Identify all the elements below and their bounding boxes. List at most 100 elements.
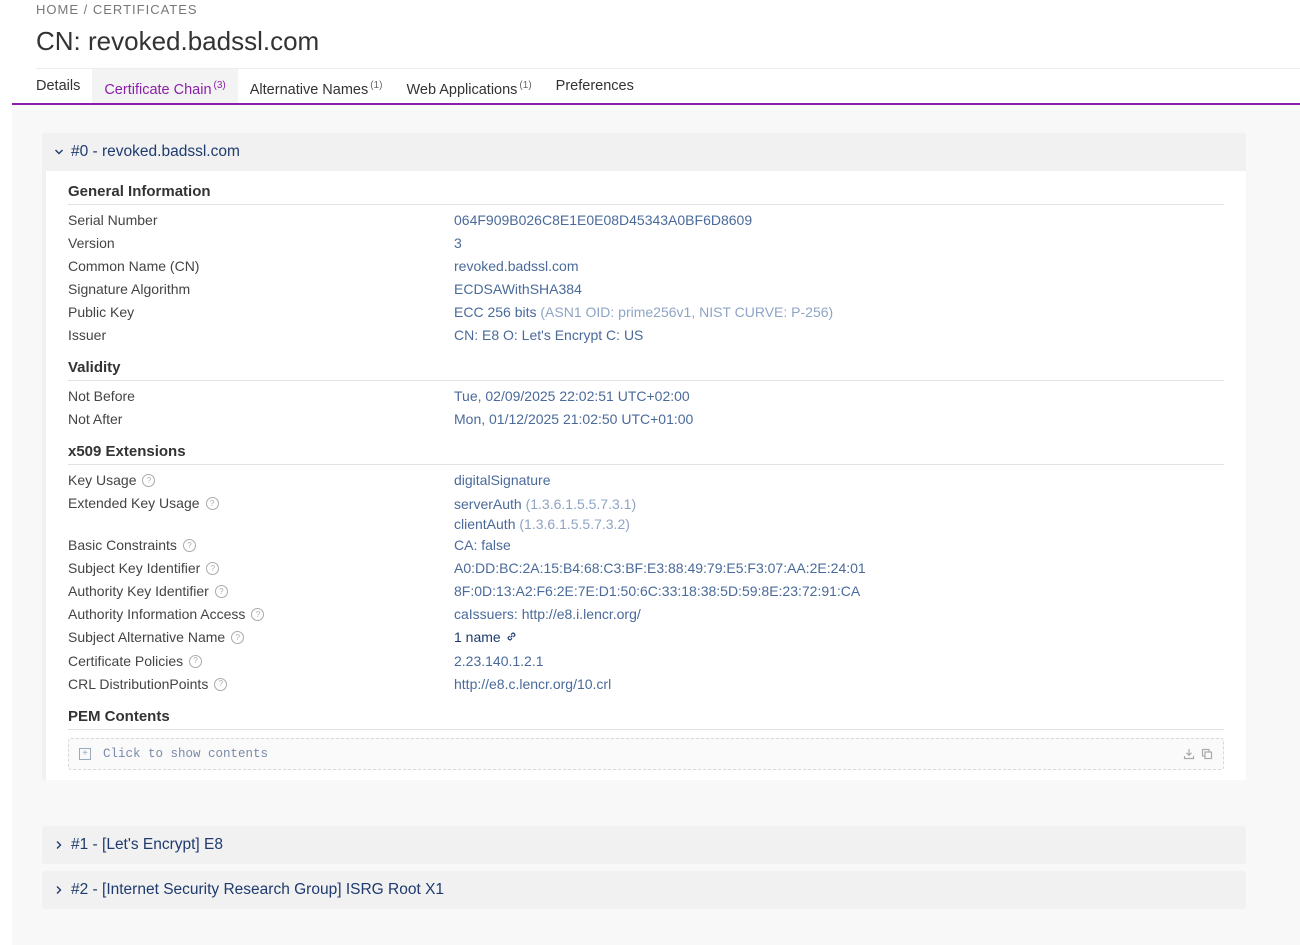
field-value: revoked.badssl.com [454, 258, 579, 274]
pem-actions [1183, 747, 1213, 765]
eku-oid: (1.3.6.1.5.5.7.3.2) [519, 516, 630, 532]
field-label-wrap: Extended Key Usage? [68, 492, 454, 515]
field-value: serverAuth (1.3.6.1.5.5.7.3.1) clientAut… [454, 492, 636, 534]
field-row: Key Usage? digitalSignature [46, 469, 1246, 492]
help-icon[interactable]: ? [214, 585, 228, 598]
section-divider [68, 728, 1224, 730]
field-label-wrap: CRL DistributionPoints? [68, 673, 454, 696]
field-label-wrap: Key Usage? [68, 469, 454, 492]
field-row: Authority Information Access? caIssuers: … [46, 603, 1246, 626]
help-icon[interactable]: ? [205, 497, 219, 510]
chain-panel-title: #0 - revoked.badssl.com [71, 143, 240, 160]
help-icon[interactable]: ? [142, 474, 156, 487]
field-value: Tue, 02/09/2025 22:02:51 UTC+02:00 [454, 388, 690, 404]
link-icon [505, 627, 518, 650]
field-value: 3 [454, 235, 462, 251]
eku-oid: (1.3.6.1.5.5.7.3.1) [525, 496, 637, 512]
field-row: Basic Constraints? CA: false [46, 534, 1246, 557]
field-label: Certificate Policies [68, 652, 184, 669]
field-label-wrap: Subject Key Identifier? [68, 557, 454, 580]
field-row: CRL DistributionPoints? http://e8.c.lencr… [46, 673, 1246, 696]
chain-panel-header[interactable]: #1 - [Let's Encrypt] E8 [42, 826, 1246, 864]
section-title-general: General Information [68, 183, 211, 200]
breadcrumb-current[interactable]: CERTIFICATES [93, 2, 198, 17]
section-divider [68, 380, 1224, 381]
chain-panel-header[interactable]: #0 - revoked.badssl.com [42, 133, 1246, 171]
field-value: 8F:0D:13:A2:F6:2E:7E:D1:50:6C:33:18:38:5… [454, 583, 861, 599]
field-label: Issuer [68, 327, 107, 343]
expand-icon: + [79, 747, 91, 760]
field-label-wrap: Certificate Policies? [68, 650, 454, 673]
breadcrumb-separator: / [83, 2, 89, 17]
field-value: A0:DD:BC:2A:15:B4:68:C3:BF:E3:88:49:79:E… [454, 560, 866, 576]
field-row: Version 3 [46, 232, 1246, 255]
section-divider [68, 464, 1224, 465]
field-label-wrap: Basic Constraints? [68, 534, 454, 557]
field-label: Not Before [68, 388, 135, 404]
chain-panel-title: #1 - [Let's Encrypt] E8 [71, 836, 224, 853]
field-row: Certificate Policies? 2.23.140.1.2.1 [46, 650, 1246, 673]
field-row: Authority Key Identifier? 8F:0D:13:A2:F6:… [46, 580, 1246, 603]
eku-name: clientAuth [454, 516, 516, 532]
field-label: Common Name (CN) [68, 258, 200, 274]
chevron-right-icon [54, 840, 68, 850]
tab-label: Details [36, 78, 81, 94]
copy-icon[interactable] [1201, 747, 1213, 765]
field-row: Subject Key Identifier? A0:DD:BC:2A:15:B4… [46, 557, 1246, 580]
download-icon[interactable] [1183, 747, 1195, 765]
field-value: http://e8.c.lencr.org/10.crl [454, 675, 612, 692]
pem-placeholder: Click to show contents [103, 746, 269, 761]
chevron-right-icon [54, 885, 68, 895]
field-row: Subject Alternative Name? 1 name [46, 626, 1246, 650]
field-value: 2.23.140.1.2.1 [454, 652, 544, 669]
chain-panel-header[interactable]: #2 - [Internet Security Research Group] … [42, 871, 1246, 909]
public-key-value: ECC 256 bits [454, 304, 537, 320]
section-title-extensions: x509 Extensions [68, 443, 186, 460]
tab-web-applications[interactable]: Web Applications (1) [394, 69, 543, 103]
field-value: 064F909B026C8E1E0E08D45343A0BF6D8609 [454, 212, 753, 228]
help-icon[interactable]: ? [214, 677, 228, 691]
section-title-pem: PEM Contents [68, 707, 170, 725]
tab-label: Preferences [555, 78, 634, 94]
chain-panel-2: #2 - [Internet Security Research Group] … [42, 871, 1246, 909]
help-icon[interactable]: ? [231, 631, 245, 645]
field-value: caIssuers: http://e8.i.lencr.org/ [454, 606, 641, 622]
field-label-wrap: Authority Information Access? [68, 603, 454, 626]
help-icon[interactable]: ? [182, 539, 196, 552]
tab-details[interactable]: Details [24, 69, 92, 103]
field-label: CRL DistributionPoints [68, 675, 209, 692]
field-row: Not After Mon, 01/12/2025 21:02:50 UTC+01… [46, 408, 1246, 431]
field-row: Extended Key Usage? serverAuth (1.3.6.1.… [46, 492, 1246, 534]
help-icon[interactable]: ? [206, 562, 220, 575]
field-label: Signature Algorithm [68, 281, 191, 297]
chain-panel-1: #1 - [Let's Encrypt] E8 [42, 826, 1246, 864]
tab-alternative-names[interactable]: Alternative Names (1) [238, 69, 395, 103]
eku-item: serverAuth (1.3.6.1.5.5.7.3.1) [454, 494, 636, 514]
help-icon[interactable]: ? [189, 654, 203, 668]
san-link[interactable]: 1 name [454, 626, 518, 650]
public-key-detail: (ASN1 OID: prime256v1, NIST CURVE: P-256… [540, 304, 834, 320]
field-value: Mon, 01/12/2025 21:02:50 UTC+01:00 [454, 411, 694, 427]
tab-label: Alternative Names [249, 81, 369, 98]
field-row: Issuer CN: E8 O: Let's Encrypt C: US [46, 324, 1246, 347]
tab-count: (3) [213, 80, 226, 91]
field-row: Serial Number 064F909B026C8E1E0E08D45343A… [46, 209, 1246, 232]
field-row: Signature Algorithm ECDSAWithSHA384 [46, 278, 1246, 301]
tab-label: Certificate Chain [104, 81, 212, 98]
field-row: Not Before Tue, 02/09/2025 22:02:51 UTC+0… [46, 385, 1246, 408]
tab-certificate-chain[interactable]: Certificate Chain (3) [92, 69, 238, 103]
san-count: 1 name [454, 629, 501, 645]
page-header: HOME / CERTIFICATES CN: revoked.badssl.c… [36, 0, 319, 56]
section-title-validity: Validity [68, 359, 121, 376]
pem-contents-toggle[interactable]: + Click to show contents [68, 737, 1224, 770]
chain-panel-0: #0 - revoked.badssl.com General Informat… [42, 133, 1246, 780]
tab-label: Web Applications [406, 81, 518, 98]
eku-item: clientAuth (1.3.6.1.5.5.7.3.2) [454, 514, 636, 534]
help-icon[interactable]: ? [251, 608, 265, 621]
tab-preferences[interactable]: Preferences [544, 69, 646, 103]
chevron-down-icon [54, 147, 68, 157]
tab-count: (1) [519, 80, 532, 91]
breadcrumb: HOME / CERTIFICATES [36, 2, 319, 17]
breadcrumb-home[interactable]: HOME [36, 2, 79, 17]
field-value: CN: E8 O: Let's Encrypt C: US [454, 327, 644, 343]
